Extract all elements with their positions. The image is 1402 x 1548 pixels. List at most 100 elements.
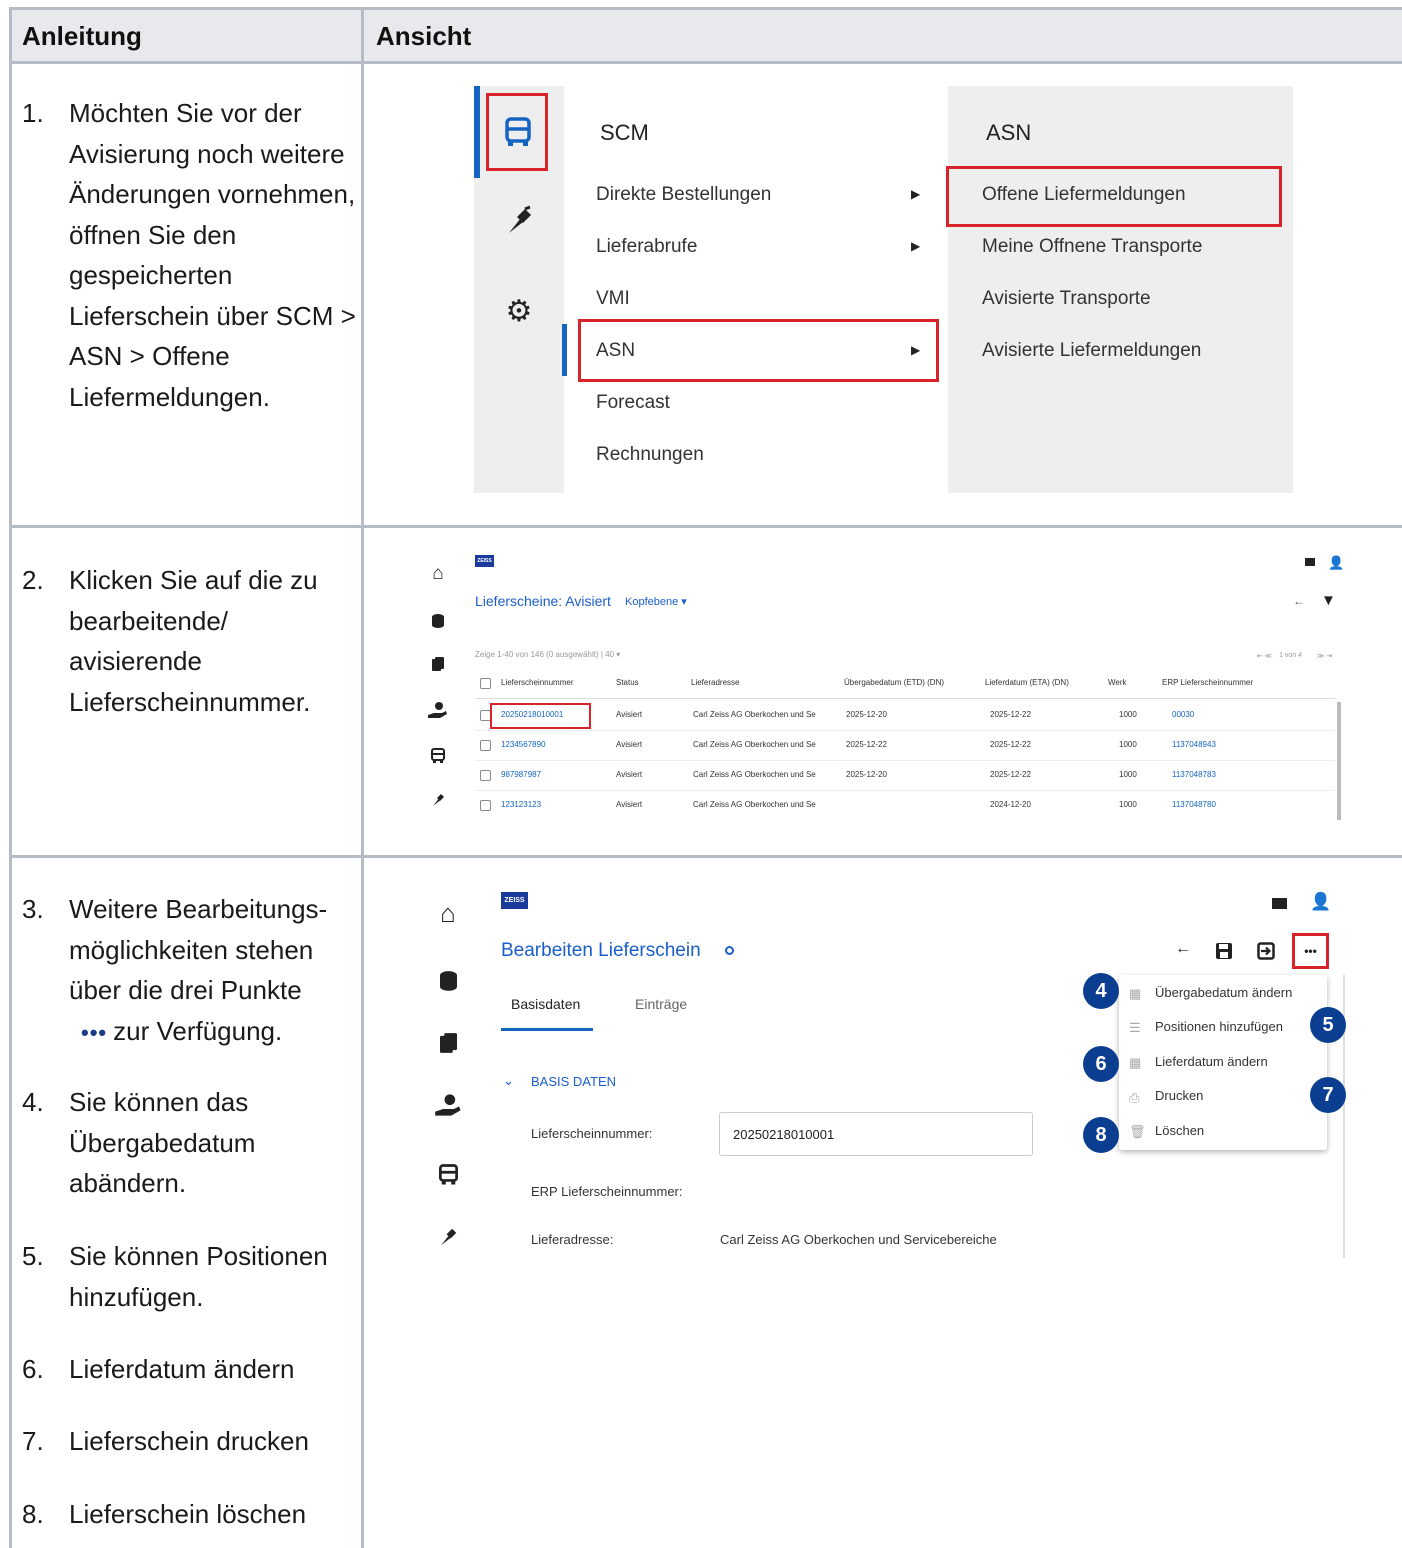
tools-icon[interactable] — [494, 196, 544, 246]
user-icon[interactable]: 👤 — [1328, 555, 1344, 571]
menu-positionen-hinzufuegen[interactable]: Positionen hinzufügen — [1155, 1019, 1283, 1034]
calendar-icon: ▦ — [1129, 1055, 1142, 1070]
pager-first-prev[interactable]: ⇤ ≪ — [1257, 652, 1272, 660]
address-cell: Carl Zeiss AG Oberkochen und Se — [693, 770, 816, 779]
menu-drucken[interactable]: Drucken — [1155, 1088, 1203, 1103]
add-list-icon: ☰ — [1129, 1020, 1141, 1035]
database-icon[interactable] — [433, 966, 463, 996]
menu-title-scm: SCM — [600, 120, 649, 145]
instruction-step-5: 5. Sie können Positionen hinzufügen. — [22, 1236, 359, 1317]
badge-6: 6 — [1083, 1046, 1119, 1082]
truck-icon[interactable] — [425, 744, 451, 768]
column-header[interactable]: ERP Lieferscheinnummer — [1162, 678, 1253, 687]
address-cell: Carl Zeiss AG Oberkochen und Se — [693, 800, 816, 809]
row-checkbox[interactable] — [480, 770, 491, 781]
home-icon[interactable]: ⌂ — [425, 562, 451, 586]
delivery-note-link[interactable]: 1234567890 — [501, 740, 546, 749]
status-cell: Avisiert — [616, 740, 643, 749]
hand-money-icon[interactable] — [425, 698, 451, 722]
address-cell: Carl Zeiss AG Oberkochen und Se — [693, 740, 816, 749]
truck-icon[interactable] — [433, 1160, 463, 1190]
notes-icon[interactable] — [1272, 898, 1287, 909]
menu-loeschen[interactable]: Löschen — [1155, 1123, 1204, 1138]
badge-8: 8 — [1083, 1117, 1119, 1153]
tab-basisdaten[interactable]: Basisdaten — [511, 996, 580, 1012]
instruction-step-3: 3. Weitere Bearbeitungs-möglichkeiten ste… — [22, 889, 359, 1053]
tools-icon[interactable] — [433, 1222, 463, 1252]
step-number: 8. — [22, 1499, 44, 1529]
instruction-step-2: 2. Klicken Sie auf die zu bearbeitende/ a… — [22, 560, 359, 722]
tab-eintraege[interactable]: Einträge — [635, 996, 687, 1012]
erp-number-link[interactable]: 1137048780 — [1172, 800, 1216, 809]
gear-icon[interactable]: ⚙ — [494, 286, 544, 336]
export-icon[interactable] — [1257, 942, 1275, 965]
step-number: 1. — [22, 98, 44, 128]
info-icon[interactable] — [725, 946, 734, 955]
menu-lieferdatum-aendern[interactable]: Lieferdatum ändern — [1155, 1054, 1268, 1069]
back-arrow-icon[interactable]: ← — [1175, 940, 1191, 958]
delivery-note-link[interactable]: 123123123 — [501, 800, 541, 809]
badge-4: 4 — [1083, 973, 1119, 1009]
row-checkbox[interactable] — [480, 800, 491, 811]
view-select[interactable]: Kopfebene ▾ — [625, 595, 687, 608]
section-basis-daten[interactable]: BASIS DATEN — [531, 1074, 616, 1089]
step-text: Möchten Sie vor der Avisierung noch weit… — [69, 98, 356, 412]
user-icon[interactable]: 👤 — [1310, 892, 1331, 912]
badge-7: 7 — [1310, 1077, 1346, 1113]
address-cell: Carl Zeiss AG Oberkochen und Se — [693, 710, 816, 719]
hand-money-icon[interactable] — [431, 1090, 465, 1120]
step-text: Weitere Bearbeitungs-möglichkeiten stehe… — [69, 894, 328, 1005]
documents-icon[interactable] — [425, 652, 451, 676]
highlight-truck — [486, 93, 548, 171]
active-tab-indicator — [501, 1028, 593, 1031]
instruction-step-7: 7. Lieferschein drucken — [22, 1421, 359, 1462]
erp-number-link[interactable]: 1137048943 — [1172, 740, 1216, 749]
delivery-note-number-value: 20250218010001 — [733, 1127, 835, 1142]
menu-item-vmi[interactable]: VMI — [596, 288, 630, 310]
select-all-checkbox[interactable] — [480, 678, 491, 689]
column-header[interactable]: Lieferscheinnummer — [501, 678, 573, 687]
delivery-note-link[interactable]: 987987987 — [501, 770, 541, 779]
column-header[interactable]: Lieferadresse — [691, 678, 739, 687]
erp-number-link[interactable]: 1137048783 — [1172, 770, 1216, 779]
notes-icon[interactable] — [1305, 558, 1315, 566]
scrollbar[interactable] — [1337, 702, 1341, 820]
menu-item-forecast[interactable]: Forecast — [596, 392, 670, 414]
tools-icon[interactable] — [425, 788, 451, 812]
row-checkbox[interactable] — [480, 740, 491, 751]
pager-next-last[interactable]: ≫ ⇥ — [1317, 652, 1332, 660]
database-icon[interactable] — [425, 609, 451, 633]
zeiss-logo: ZEISS — [501, 892, 528, 909]
submenu-item-avisierte-liefermeldungen[interactable]: Avisierte Liefermeldungen — [982, 340, 1201, 362]
home-icon[interactable]: ⌂ — [433, 898, 463, 928]
submenu-item-meine-offnene-transporte[interactable]: Meine Offnene Transporte — [982, 236, 1202, 258]
address-value: Carl Zeiss AG Oberkochen und Servicebere… — [720, 1232, 997, 1247]
printer-icon: ⎙ — [1129, 1090, 1140, 1105]
menu-uebergabedatum-aendern[interactable]: Übergabedatum ändern — [1155, 985, 1292, 1000]
column-header[interactable]: Werk — [1108, 678, 1127, 687]
documents-icon[interactable] — [433, 1028, 463, 1058]
menu-item-lieferabrufe[interactable]: Lieferabrufe — [596, 236, 697, 258]
calendar-icon: ▦ — [1129, 986, 1142, 1001]
asn-active-indicator — [562, 324, 567, 376]
column-header[interactable]: Übergabedatum (ETD) (DN) — [844, 678, 944, 687]
back-arrow-icon[interactable]: ← — [1293, 594, 1305, 608]
list-icon-sidebar — [415, 552, 465, 820]
table-border-header — [10, 61, 1402, 64]
filter-icon[interactable]: ▼ — [1321, 592, 1336, 609]
column-header[interactable]: Lieferdatum (ETA) (DN) — [985, 678, 1069, 687]
chevron-down-icon[interactable]: ⌄ — [503, 1073, 514, 1089]
save-icon[interactable] — [1215, 942, 1233, 965]
eta-cell: 2025-12-22 — [990, 710, 1031, 719]
step-text: Lieferschein löschen — [69, 1499, 307, 1529]
menu-item-direkte-bestellungen[interactable]: Direkte Bestellungen — [596, 184, 771, 206]
instruction-step-4: 4. Sie können das Übergabedatum abändern. — [22, 1082, 359, 1204]
zeiss-logo: ZEISS — [475, 555, 494, 567]
submenu-item-avisierte-transporte[interactable]: Avisierte Transporte — [982, 288, 1151, 310]
table-header: Anleitung Ansicht — [10, 8, 1402, 62]
column-header[interactable]: Status — [616, 678, 639, 687]
header-ansicht: Ansicht — [376, 21, 472, 51]
etd-cell: 2025-12-22 — [846, 740, 887, 749]
menu-item-rechnungen[interactable]: Rechnungen — [596, 444, 704, 466]
erp-number-link[interactable]: 00030 — [1172, 710, 1194, 719]
